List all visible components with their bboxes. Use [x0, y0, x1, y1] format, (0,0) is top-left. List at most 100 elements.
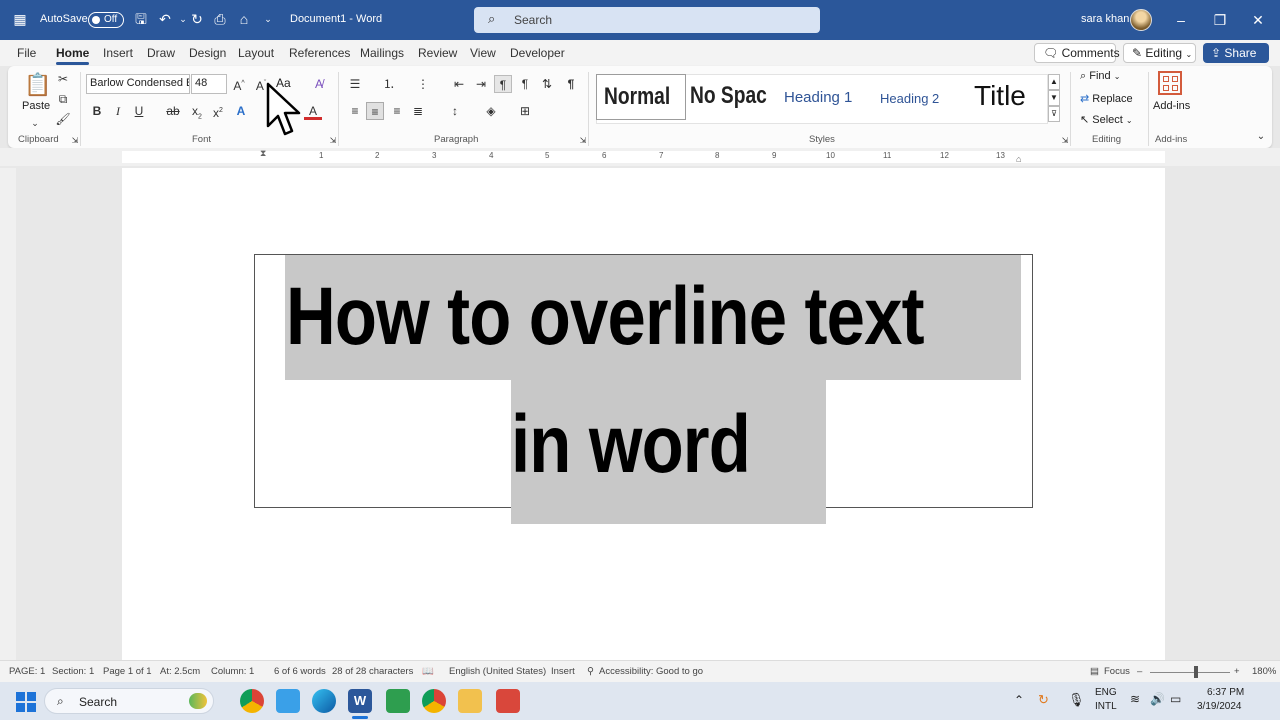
style-heading-2[interactable]: Heading 2 [874, 74, 964, 120]
copy-icon[interactable]: ⧉ [54, 90, 72, 108]
numbering-icon[interactable]: ⒈ [380, 75, 398, 93]
status-language[interactable]: English (United States) [449, 666, 546, 677]
justify-icon[interactable]: ≣ [409, 102, 427, 120]
cut-icon[interactable]: ✂ [54, 70, 72, 88]
underline-icon[interactable]: U [130, 102, 148, 120]
tab-review[interactable]: Review [418, 46, 457, 60]
share-button[interactable]: ⇪ Share ⌄ [1203, 43, 1269, 73]
recorder-icon[interactable] [496, 689, 520, 713]
redo-icon[interactable]: ↻ [189, 11, 205, 27]
clear-formatting-icon[interactable]: A̸ [310, 75, 328, 93]
customize-toolbar-icon[interactable]: ⌄ [260, 11, 276, 27]
battery-icon[interactable]: ▭ [1170, 692, 1181, 706]
tab-home[interactable]: Home [56, 46, 90, 65]
multilevel-list-icon[interactable]: ⋮ [414, 75, 432, 93]
style-no-spacing[interactable]: No Spac [688, 74, 772, 120]
undo-icon[interactable]: ↶ [157, 11, 173, 27]
status-page[interactable]: PAGE: 1 [9, 666, 45, 677]
decrease-indent-icon[interactable]: ⇤ [450, 75, 468, 93]
text-effects-icon[interactable]: A [232, 102, 250, 120]
addins-label[interactable]: Add-ins [1153, 100, 1190, 112]
align-left-icon[interactable]: ≡ [346, 102, 364, 120]
zoom-out-icon[interactable]: – [1137, 666, 1142, 677]
chrome-profile-icon[interactable] [422, 689, 446, 713]
clock-time[interactable]: 6:37 PM [1207, 687, 1244, 698]
find-button[interactable]: ⌕ Find ⌄ [1080, 70, 1120, 83]
widgets-icon[interactable] [189, 693, 207, 709]
update-icon[interactable]: ↻ [1038, 692, 1049, 708]
touch-mode-icon[interactable]: ⌂ [236, 11, 252, 27]
horizontal-ruler[interactable]: ⧗ ⌂ 1 2 3 4 5 6 7 8 9 10 11 12 13 [0, 148, 1280, 166]
language-indicator-2[interactable]: INTL [1095, 701, 1117, 712]
bold-icon[interactable]: B [88, 102, 106, 120]
avatar[interactable] [1130, 9, 1152, 31]
notepad-icon[interactable] [276, 689, 300, 713]
autosave-toggle[interactable]: Off [88, 12, 124, 28]
document-text-line-2[interactable]: in word [511, 404, 751, 486]
right-indent-marker-icon[interactable]: ⌂ [1016, 154, 1021, 164]
tab-developer[interactable]: Developer [510, 46, 565, 60]
proofing-icon[interactable]: 📖 [422, 666, 434, 677]
paste-icon[interactable]: 📋 [24, 72, 51, 98]
status-section[interactable]: Section: 1 [52, 666, 94, 677]
tab-mailings[interactable]: Mailings [360, 46, 404, 60]
restore-icon[interactable]: ❐ [1210, 10, 1230, 30]
paste-label[interactable]: Paste [22, 100, 50, 112]
windows-start-icon[interactable] [16, 692, 36, 712]
close-icon[interactable]: ✕ [1248, 10, 1268, 30]
minimize-icon[interactable]: – [1171, 10, 1191, 30]
tab-insert[interactable]: Insert [103, 46, 133, 60]
replace-button[interactable]: ⇄ Replace [1080, 92, 1133, 105]
shading-icon[interactable]: ◈ [482, 102, 500, 120]
style-normal[interactable]: Normal [596, 74, 686, 120]
volume-icon[interactable]: 🔊 [1150, 692, 1165, 706]
focus-button[interactable]: Focus [1104, 666, 1130, 677]
editing-mode-button[interactable]: ✎ Editing ⌄ [1123, 43, 1196, 63]
tab-draw[interactable]: Draw [147, 46, 175, 60]
paste-dropdown-icon[interactable]: ⌄ [26, 114, 44, 132]
ltr-direction-icon[interactable]: ¶ [494, 75, 512, 93]
font-name-combo[interactable]: Barlow Condensed E [86, 74, 190, 94]
edge-icon[interactable] [312, 689, 336, 713]
status-page-of[interactable]: Page 1 of 1 [103, 666, 152, 677]
status-characters[interactable]: 28 of 28 characters [332, 666, 413, 677]
print-preview-icon[interactable]: ⎙ [212, 11, 228, 27]
zoom-level[interactable]: 180% [1252, 666, 1276, 677]
camtasia-icon[interactable] [386, 689, 410, 713]
collapse-ribbon-icon[interactable]: ⌄ [1252, 128, 1270, 146]
tab-layout[interactable]: Layout [238, 46, 274, 60]
format-painter-icon[interactable]: 🖌 [54, 110, 72, 128]
status-words[interactable]: 6 of 6 words [274, 666, 326, 677]
status-accessibility[interactable]: Accessibility: Good to go [599, 666, 703, 677]
zoom-in-icon[interactable]: + [1234, 666, 1240, 677]
subscript-icon[interactable]: x2 [188, 102, 206, 120]
styles-more-icon[interactable]: ⊽ [1048, 106, 1060, 122]
tab-references[interactable]: References [289, 46, 350, 60]
chevron-up-icon[interactable]: ⌃ [1014, 693, 1024, 707]
status-at[interactable]: At: 2.5cm [160, 666, 200, 677]
indent-marker-icon[interactable]: ⧗ [260, 148, 266, 159]
wifi-icon[interactable]: ≋ [1130, 692, 1140, 706]
search-box[interactable]: ⌕ Search [474, 7, 820, 33]
show-formatting-icon[interactable]: ¶ [562, 75, 580, 93]
italic-icon[interactable]: I [109, 102, 127, 120]
word-taskbar-icon[interactable]: W [348, 689, 372, 713]
tab-view[interactable]: View [470, 46, 496, 60]
document-text-line-1[interactable]: How to overline text [286, 276, 925, 358]
font-color-icon[interactable]: A [304, 102, 322, 120]
align-right-icon[interactable]: ≡ [388, 102, 406, 120]
borders-icon[interactable]: ⊞ [516, 102, 534, 120]
save-icon[interactable]: 🖫 [133, 11, 149, 27]
styles-down-icon[interactable]: ▼ [1048, 90, 1060, 106]
styles-up-icon[interactable]: ▲ [1048, 74, 1060, 90]
grow-font-icon[interactable]: A^ [230, 75, 248, 93]
zoom-slider[interactable] [1150, 672, 1230, 673]
vertical-ruler[interactable] [0, 168, 16, 660]
clock-date[interactable]: 3/19/2024 [1197, 701, 1242, 712]
superscript-icon[interactable]: x2 [209, 102, 227, 120]
language-indicator-1[interactable]: ENG [1095, 687, 1117, 698]
tab-file[interactable]: File [17, 46, 36, 60]
styles-scroll[interactable]: ▲ ▼ ⊽ [1048, 74, 1060, 124]
sort-icon[interactable]: ⇅ [538, 75, 556, 93]
tab-design[interactable]: Design [189, 46, 226, 60]
